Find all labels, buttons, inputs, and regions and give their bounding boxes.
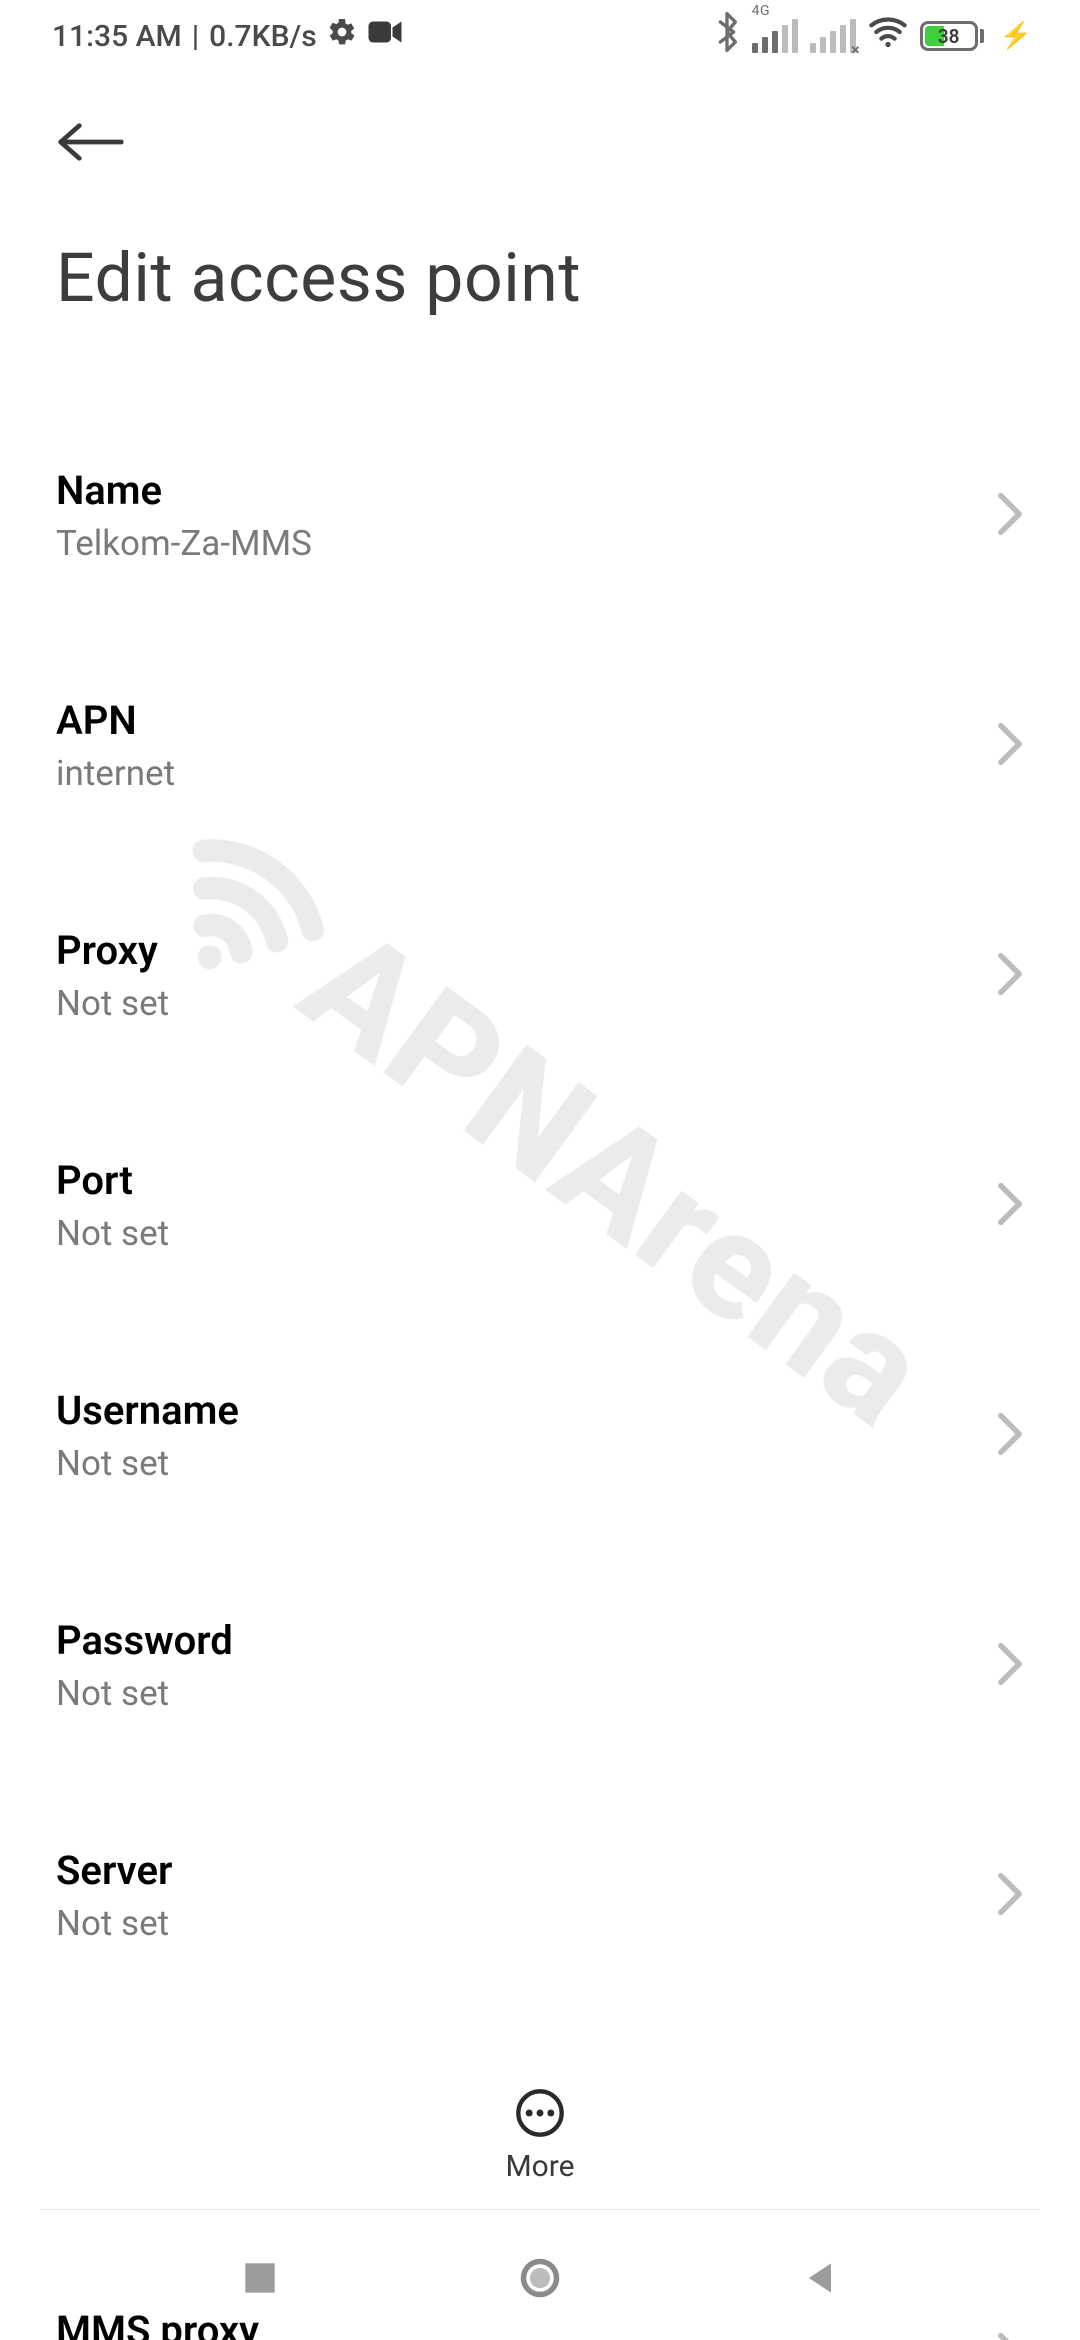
more-label: More [505,2149,574,2184]
triangle-back-icon [798,2256,842,2300]
signal-sim1-icon: 4G [752,19,798,53]
row-value: Not set [56,1443,996,1485]
more-icon [514,2087,566,2139]
wifi-icon [868,12,908,60]
chevron-right-icon [996,492,1024,540]
row-value: Telkom-Za-MMS [56,523,996,565]
page-title: Edit access point [56,238,1024,318]
settings-list: Name Telkom-Za-MMS APN internet Proxy No… [0,418,1080,2340]
chevron-right-icon [996,952,1024,1000]
row-label: Username [56,1387,996,1435]
row-value: Not set [56,1213,996,1255]
row-label: Server [56,1847,996,1895]
signal-sim1-tag: 4G [752,3,770,19]
nav-recents-button[interactable] [238,2256,282,2304]
chevron-right-icon [996,1642,1024,1690]
status-sep: | [192,19,199,54]
chevron-right-icon [996,1872,1024,1920]
row-value: Not set [56,983,996,1025]
row-label: APN [56,697,996,745]
bottom-action-bar: More [0,2070,1080,2200]
chevron-right-icon [996,1182,1024,1230]
more-button[interactable]: More [505,2087,574,2184]
divider [40,2209,1040,2210]
row-value: Not set [56,1903,996,1945]
status-netspeed: 0.7KB/s [209,19,316,54]
bluetooth-icon [714,12,740,60]
charging-icon: ⚡ [1000,21,1032,51]
signal-sim2-icon: × [810,19,856,53]
square-icon [238,2256,282,2300]
row-label: Name [56,467,996,515]
row-label: Password [56,1617,996,1665]
row-label: Proxy [56,927,996,975]
row-username[interactable]: Username Not set [56,1338,1024,1534]
nav-home-button[interactable] [518,2256,562,2304]
row-value: internet [56,753,996,795]
battery-icon: 38 [920,21,984,51]
row-name[interactable]: Name Telkom-Za-MMS [56,418,1024,614]
row-server[interactable]: Server Not set [56,1798,1024,1994]
nav-back-button[interactable] [798,2256,842,2304]
back-arrow-icon [56,117,126,167]
back-button[interactable] [56,102,136,182]
camera-icon [367,17,403,55]
row-value: Not set [56,1673,996,1715]
row-proxy[interactable]: Proxy Not set [56,878,1024,1074]
status-time: 11:35 AM [52,19,182,54]
row-label: Port [56,1157,996,1205]
circle-icon [518,2256,562,2300]
gear-icon [327,17,357,55]
row-password[interactable]: Password Not set [56,1568,1024,1764]
battery-percent: 38 [923,24,975,48]
row-port[interactable]: Port Not set [56,1108,1024,1304]
navigation-bar [0,2220,1080,2340]
chevron-right-icon [996,722,1024,770]
row-apn[interactable]: APN internet [56,648,1024,844]
status-bar: 11:35 AM | 0.7KB/s 4G × [0,0,1080,72]
chevron-right-icon [996,1412,1024,1460]
